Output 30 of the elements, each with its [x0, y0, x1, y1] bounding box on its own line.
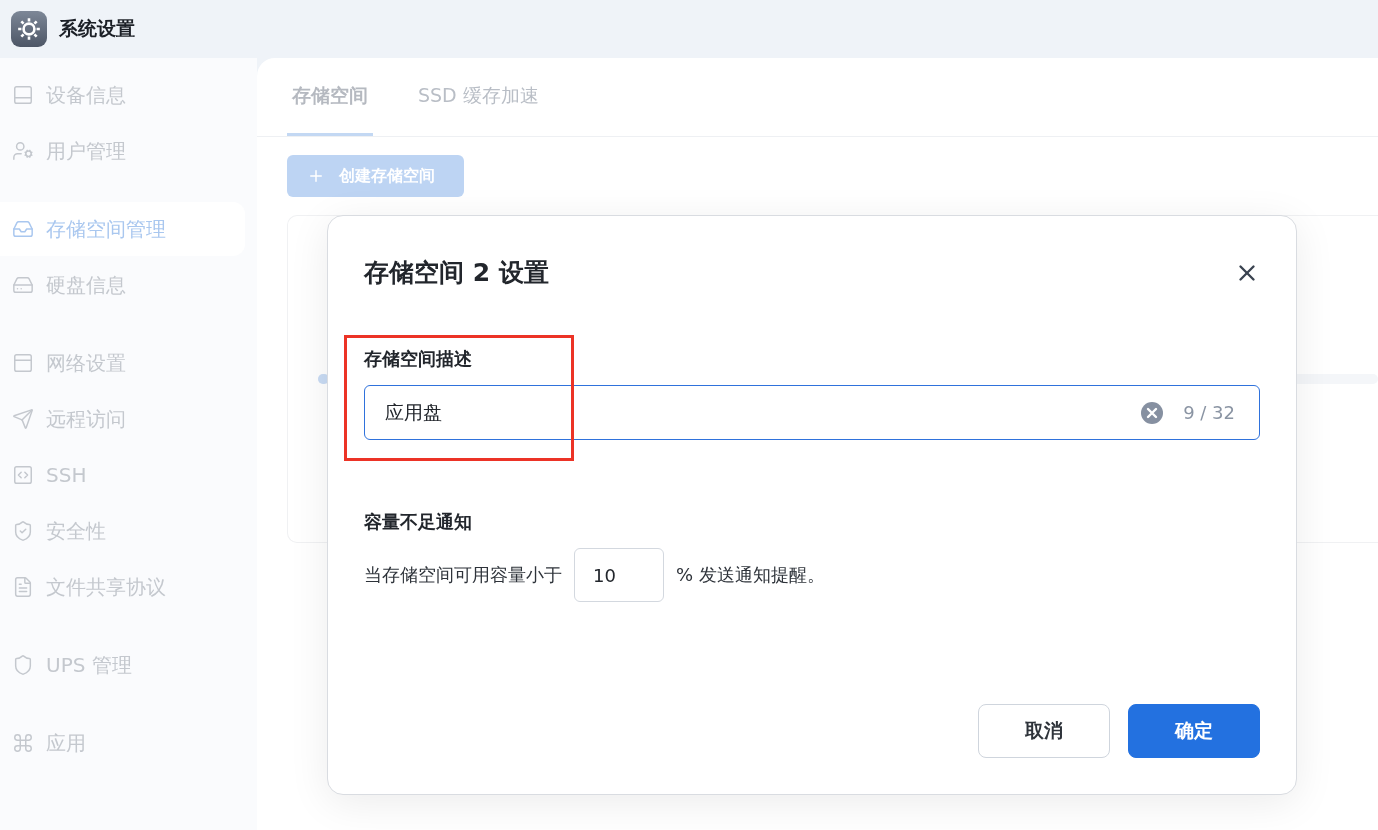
field-value[interactable]: 应用盘 [383, 400, 1122, 425]
dialog-title: 存储空间 2 设置 [364, 257, 549, 289]
user-gear-icon [12, 140, 34, 162]
shield-check-icon [12, 520, 34, 542]
send-icon [12, 408, 34, 430]
clear-icon[interactable] [1141, 401, 1164, 424]
character-counter: 9 / 32 [1183, 402, 1235, 423]
code-icon [12, 464, 34, 486]
threshold-suffix: % 发送通知提醒。 [676, 563, 825, 587]
confirm-button[interactable]: 确定 [1128, 704, 1260, 758]
cancel-button[interactable]: 取消 [978, 704, 1110, 758]
field-label: 存储空间描述 [364, 347, 473, 371]
threshold-field[interactable]: 10 [574, 548, 664, 602]
plus-icon [307, 167, 325, 185]
window-icon [12, 352, 34, 374]
section-label: 容量不足通知 [364, 510, 473, 534]
window-title: 系统设置 [59, 16, 135, 41]
sidebar-item[interactable]: 存储空间管理 [0, 202, 245, 256]
threshold-text: 当存储空间可用容量小于 [364, 563, 562, 587]
tab[interactable]: 存储空间 [287, 58, 373, 136]
gear-icon [11, 11, 47, 47]
shield-icon [12, 654, 34, 676]
command-icon [12, 732, 34, 754]
inbox-icon [12, 218, 34, 240]
create-button[interactable]: 创建存储空间 [287, 155, 464, 197]
tab[interactable]: SSD 缓存加速 [413, 58, 544, 136]
description-field[interactable]: 应用盘 9 / 32 [364, 385, 1260, 440]
document-icon [12, 576, 34, 598]
drive-icon [12, 274, 34, 296]
panel-icon [12, 84, 34, 106]
